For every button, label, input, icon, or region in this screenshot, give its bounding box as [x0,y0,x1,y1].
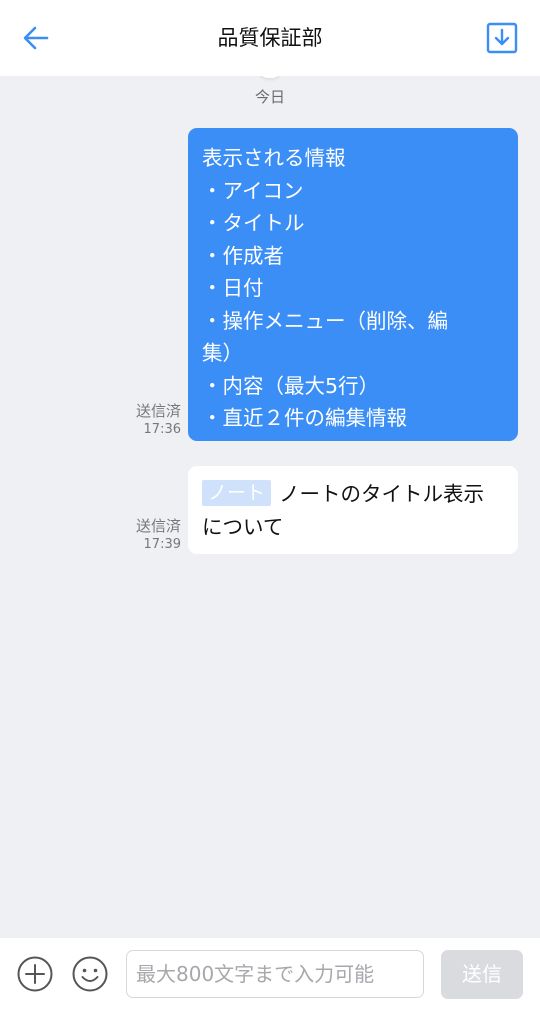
message-line: ・タイトル [202,211,305,235]
back-button[interactable] [18,20,54,56]
chat-area[interactable]: 今日 表示される情報 ・アイコン ・タイトル ・作成者 ・日付 ・操作メニュー（… [0,76,540,938]
message-line: 表示される情報 [202,146,346,170]
note-tag-badge[interactable]: ノート [202,480,272,506]
scroll-indicator [258,76,282,78]
emoji-icon [72,956,108,992]
message-line: ・アイコン [202,178,304,203]
day-separator: 今日 [254,88,285,106]
download-button[interactable] [484,20,520,56]
message-bubble-note[interactable]: ノート ノートのタイトル表示について [188,466,518,554]
sent-status: 送信済 [135,402,181,420]
message-meta: 送信済 17:36 [136,401,181,439]
message-time: 17:39 [143,537,181,552]
message-bubble-sent[interactable]: 表示される情報 ・アイコン ・タイトル ・作成者 ・日付 ・操作メニュー（削除、… [188,128,518,441]
message-line: ・操作メニュー（削除、編 [202,308,448,333]
message-line: ・作成者 [202,243,284,268]
message-line: ・日付 [202,276,264,300]
message-input[interactable] [126,950,424,998]
plus-circle-icon [17,956,53,992]
message-meta: 送信済 17:39 [136,516,181,554]
message-time: 17:36 [143,422,181,437]
emoji-button[interactable] [70,954,110,994]
message-line: ・直近２件の編集情報 [202,406,407,430]
header-bar: 品質保証部 [0,0,540,76]
attach-button[interactable] [15,954,55,994]
message-line: ・内容（最大5行） [202,373,380,398]
send-button[interactable]: 送信 [441,950,523,999]
page-title: 品質保証部 [217,26,323,50]
message-line: 集） [202,341,243,365]
sent-status: 送信済 [135,517,181,535]
download-icon [486,22,518,54]
compose-bar: 送信 [0,938,540,1024]
arrow-left-icon [23,26,49,50]
